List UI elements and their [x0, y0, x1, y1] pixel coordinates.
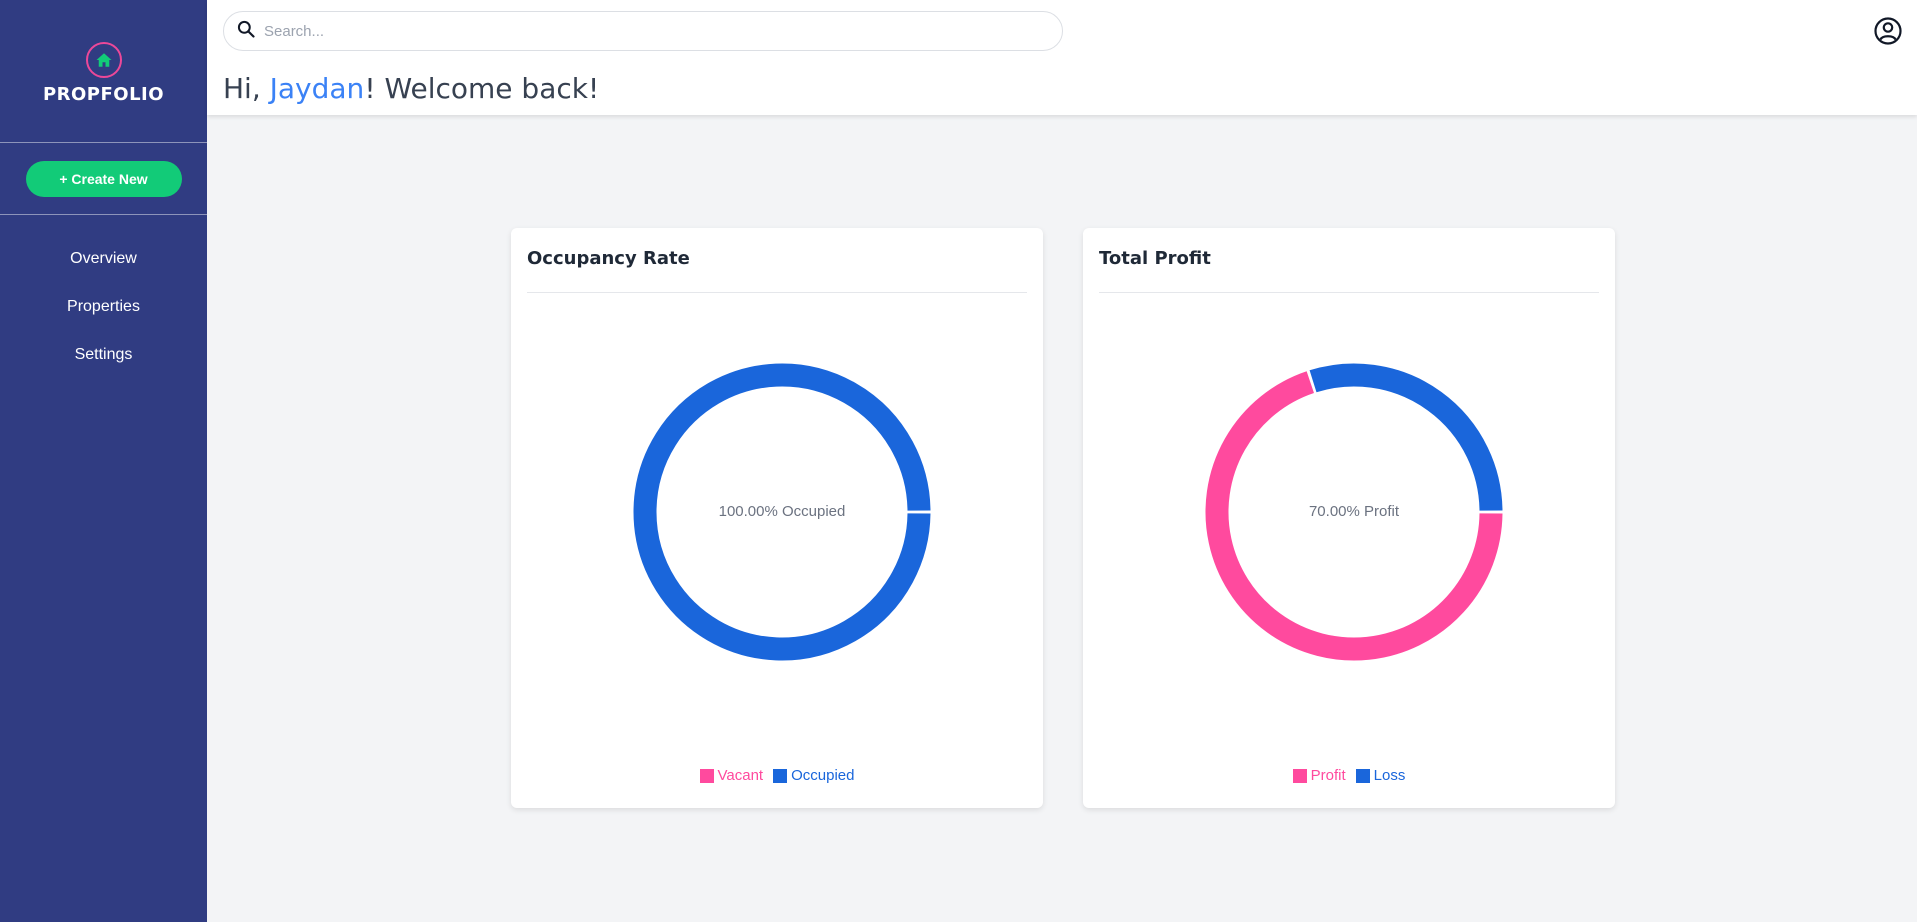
legend-swatch	[773, 768, 788, 783]
legend-item-profit[interactable]: Profit	[1292, 767, 1346, 784]
legend-item-occupied[interactable]: Occupied	[773, 767, 854, 784]
page-greeting: Hi, Jaydan! Welcome back!	[223, 72, 599, 105]
legend-label: Profit	[1310, 767, 1346, 784]
brand: PROPFOLIO	[0, 0, 207, 143]
search-bar[interactable]	[223, 11, 1063, 51]
search-input[interactable]	[264, 22, 1044, 40]
top-bar: Hi, Jaydan! Welcome back!	[207, 0, 1917, 115]
total-profit-card: Total Profit 70.00% Profit Profit Loss	[1083, 228, 1615, 808]
chart-center-label: 70.00% Profit	[1309, 503, 1400, 520]
legend-swatch	[699, 768, 714, 783]
donut-slice-loss[interactable]	[1309, 363, 1503, 511]
sidebar-nav: Overview Properties Settings	[0, 215, 207, 386]
create-new-button[interactable]: + Create New	[25, 160, 182, 197]
divider	[1099, 292, 1599, 293]
greeting-suffix: ! Welcome back!	[364, 72, 600, 105]
divider	[527, 292, 1027, 293]
search-icon	[236, 19, 256, 44]
user-name: Jaydan	[269, 72, 365, 105]
sidebar: PROPFOLIO + Create New Overview Properti…	[0, 0, 207, 922]
sidebar-item-properties[interactable]: Properties	[0, 290, 207, 338]
legend-item-vacant[interactable]: Vacant	[699, 767, 764, 784]
legend-swatch	[1292, 768, 1307, 783]
card-title: Total Profit	[1099, 248, 1211, 269]
greeting-prefix: Hi,	[223, 72, 270, 105]
legend-label: Vacant	[717, 767, 764, 784]
occupancy-rate-card: Occupancy Rate 100.00% Occupied Vacant O…	[511, 228, 1043, 808]
chart-legend: Profit Loss	[1083, 767, 1615, 784]
occupancy-donut-chart: 100.00% Occupied	[633, 363, 931, 661]
legend-item-loss[interactable]: Loss	[1355, 767, 1406, 784]
create-section: + Create New	[0, 143, 207, 215]
profit-donut-chart: 70.00% Profit	[1205, 363, 1503, 661]
sidebar-item-overview[interactable]: Overview	[0, 242, 207, 290]
legend-label: Occupied	[791, 767, 855, 784]
brand-name: PROPFOLIO	[42, 84, 165, 105]
chart-legend: Vacant Occupied	[511, 767, 1043, 784]
chart-center-label: 100.00% Occupied	[719, 503, 846, 520]
legend-swatch	[1355, 768, 1370, 783]
legend-label: Loss	[1373, 767, 1406, 784]
house-icon[interactable]	[85, 42, 122, 78]
sidebar-item-settings[interactable]: Settings	[0, 338, 207, 386]
account-circle-icon[interactable]	[1873, 16, 1903, 46]
card-title: Occupancy Rate	[527, 248, 690, 269]
